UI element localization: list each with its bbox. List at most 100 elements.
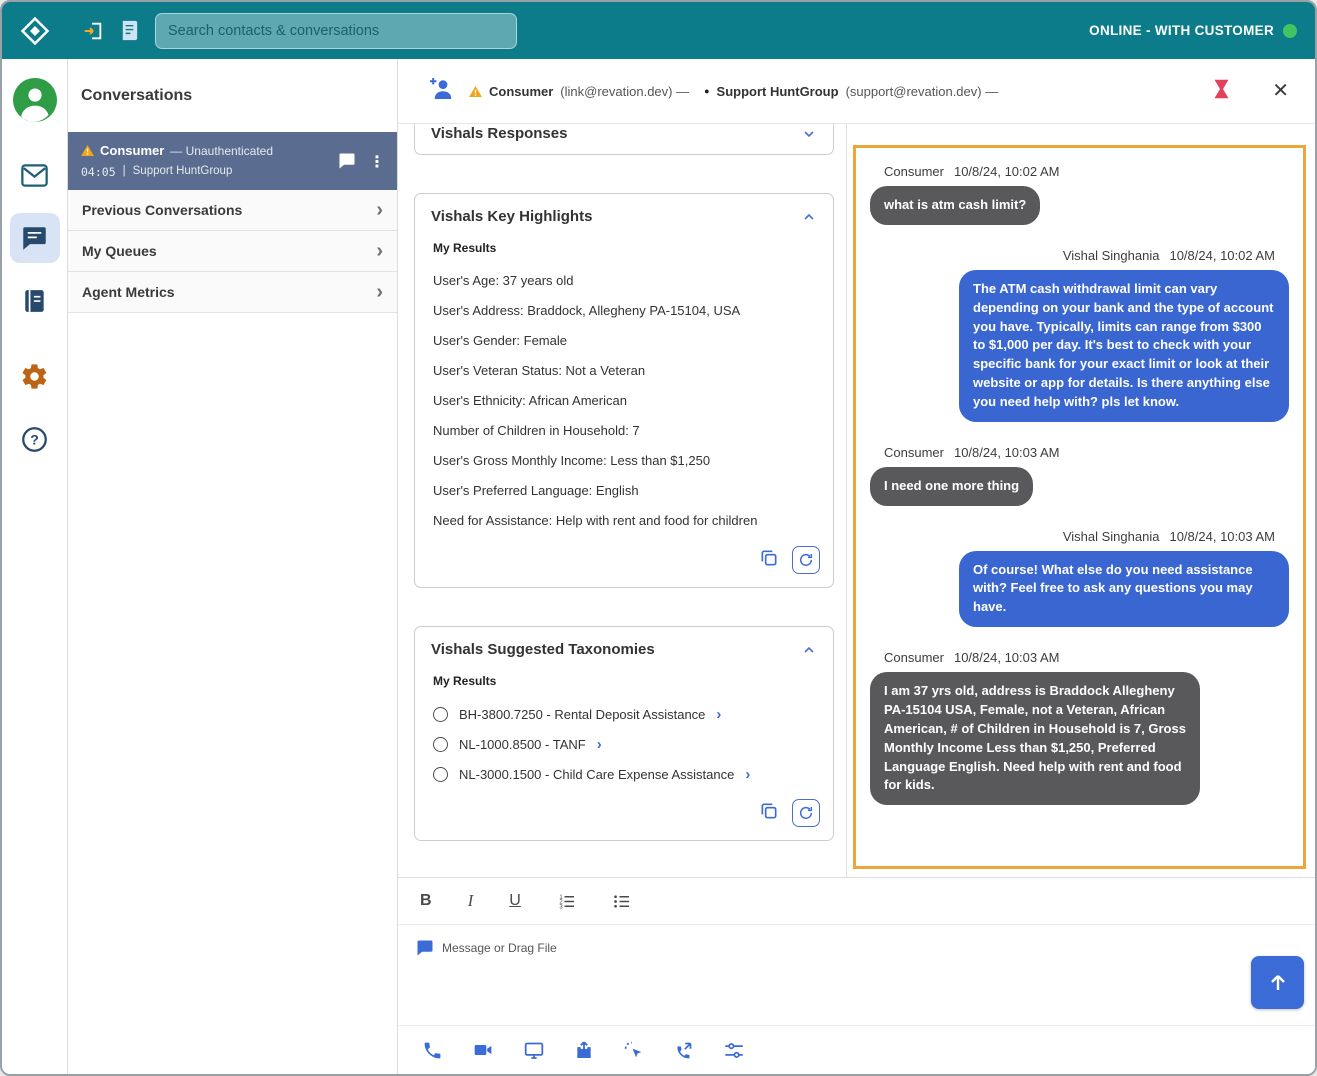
bullet-list-button[interactable] <box>612 892 631 911</box>
row-label: Agent Metrics <box>82 284 175 300</box>
italic-button[interactable]: I <box>468 891 474 911</box>
message-time: 10/8/24, 10:02 AM <box>1169 248 1275 263</box>
avatar-icon <box>13 78 57 122</box>
results-subtitle: My Results <box>433 241 817 255</box>
chat-message: Vishal Singhania 10/8/24, 10:02 AM The A… <box>870 248 1289 422</box>
bold-button[interactable]: B <box>420 892 432 910</box>
main-area: Consumer (link@revation.dev) — ● Support… <box>398 59 1315 1074</box>
participants-list: Consumer (link@revation.dev) — ● Support… <box>469 84 998 99</box>
copy-icon[interactable] <box>759 801 779 826</box>
row-label: My Queues <box>82 243 157 259</box>
key-highlights-header[interactable]: Vishals Key Highlights <box>415 194 833 237</box>
chevron-down-icon[interactable] <box>801 126 817 142</box>
responses-card-header[interactable]: Vishals Responses <box>415 124 833 154</box>
sidebar-item-my-queues[interactable]: My Queues › <box>68 231 397 272</box>
highlight-item: User's Gender: Female <box>433 326 817 356</box>
chevron-up-icon[interactable] <box>801 642 817 658</box>
hourglass-icon[interactable] <box>1213 79 1230 104</box>
sidebar-item-inbox[interactable] <box>10 150 60 200</box>
message-time: 10/8/24, 10:03 AM <box>1169 529 1275 544</box>
chevron-up-icon[interactable] <box>801 209 817 225</box>
message-time: 10/8/24, 10:03 AM <box>954 445 1060 460</box>
nav-rail: ? <box>2 59 68 1074</box>
card-title: Vishals Responses <box>431 125 567 142</box>
chevron-right-icon: › <box>376 282 383 302</box>
close-icon[interactable]: ✕ <box>1272 81 1289 101</box>
results-subtitle: My Results <box>433 674 817 688</box>
underline-button[interactable]: U <box>509 892 521 910</box>
taxonomy-option[interactable]: NL-1000.8500 - TANF › <box>433 729 817 759</box>
taxonomy-option[interactable]: BH-3800.7250 - Rental Deposit Assistance… <box>433 699 817 729</box>
conversations-title: Conversations <box>68 59 397 132</box>
highlight-item: User's Veteran Status: Not a Veteran <box>433 356 817 386</box>
content-area: Vishals Responses Vishals Key Highlights <box>398 124 1315 877</box>
sidebar-item-help[interactable]: ? <box>10 414 60 464</box>
key-highlights-card: Vishals Key Highlights My Results User's… <box>414 193 834 588</box>
top-bar: ONLINE - WITH CUSTOMER <box>2 2 1315 59</box>
warning-icon <box>81 145 94 156</box>
app-body: ? Conversations Consumer — Unauthentica <box>2 59 1315 1074</box>
chat-message: Consumer 10/8/24, 10:02 AM what is atm c… <box>870 164 1289 225</box>
arrow-up-icon <box>1266 971 1290 995</box>
chat-message: Vishal Singhania 10/8/24, 10:03 AM Of co… <box>870 529 1289 628</box>
video-call-button[interactable] <box>472 1040 494 1060</box>
sidebar-item-contacts[interactable] <box>10 276 60 326</box>
highlight-item: User's Address: Braddock, Allegheny PA-1… <box>433 296 817 326</box>
copy-icon[interactable] <box>759 548 779 573</box>
svg-text:?: ? <box>30 431 39 447</box>
phone-call-button[interactable] <box>422 1040 443 1061</box>
status-badge[interactable]: ONLINE - WITH CUSTOMER <box>1089 23 1297 38</box>
highlight-item: User's Age: 37 years old <box>433 266 817 296</box>
radio-button[interactable] <box>433 737 448 752</box>
envelope-icon <box>21 163 48 188</box>
sidebar-item-previous-conversations[interactable]: Previous Conversations › <box>68 190 397 231</box>
chevron-right-icon[interactable]: › <box>716 707 721 722</box>
taxonomies-header[interactable]: Vishals Suggested Taxonomies <box>415 627 833 670</box>
kebab-menu-icon[interactable]: ⋮ <box>369 155 385 171</box>
sidebar-item-agent-metrics[interactable]: Agent Metrics › <box>68 272 397 313</box>
screen-share-button[interactable] <box>523 1040 545 1061</box>
taxonomy-option[interactable]: NL-3000.1500 - Child Care Expense Assist… <box>433 759 817 789</box>
cards-scroll-area[interactable]: Vishals Responses Vishals Key Highlights <box>398 124 847 877</box>
message-sender: Consumer <box>884 650 944 665</box>
call-transfer-button[interactable] <box>673 1040 694 1061</box>
profile-avatar[interactable] <box>10 75 60 125</box>
taxonomy-label: NL-1000.8500 - TANF <box>459 737 586 752</box>
radio-button[interactable] <box>433 707 448 722</box>
message-input-area[interactable]: Message or Drag File <box>398 925 1315 1026</box>
search-input[interactable] <box>168 23 504 39</box>
sign-in-icon[interactable] <box>81 20 105 42</box>
journal-icon <box>22 288 48 314</box>
taxonomy-label: NL-3000.1500 - Child Care Expense Assist… <box>459 767 734 782</box>
conversation-chat-icon[interactable] <box>338 152 356 175</box>
warning-icon <box>469 86 482 97</box>
add-participant-button[interactable] <box>428 77 455 105</box>
row-label: Previous Conversations <box>82 202 242 218</box>
message-time: 10/8/24, 10:03 AM <box>954 650 1060 665</box>
refresh-button[interactable] <box>792 799 820 827</box>
highlight-item: Number of Children in Household: 7 <box>433 416 817 446</box>
sidebar-item-settings[interactable] <box>10 351 60 401</box>
transcript-scroll-area[interactable]: Consumer 10/8/24, 10:02 AM what is atm c… <box>853 145 1306 869</box>
app-logo <box>2 2 68 59</box>
participant-consumer-detail: (link@revation.dev) — <box>560 84 689 99</box>
directory-book-icon[interactable] <box>118 19 141 42</box>
conversation-item-selected[interactable]: Consumer — Unauthenticated 04:05 | Suppo… <box>68 132 397 190</box>
message-sender: Consumer <box>884 445 944 460</box>
conversation-queue: Support HuntGroup <box>133 165 233 179</box>
file-share-button[interactable] <box>574 1040 594 1061</box>
settings-sliders-button[interactable] <box>723 1040 745 1061</box>
conversation-timer: 04:05 <box>81 165 116 179</box>
radio-button[interactable] <box>433 767 448 782</box>
taxonomies-card: Vishals Suggested Taxonomies My Results … <box>414 626 834 841</box>
cobrowse-button[interactable] <box>623 1040 644 1061</box>
chevron-right-icon[interactable]: › <box>597 737 602 752</box>
chevron-right-icon[interactable]: › <box>745 767 750 782</box>
refresh-button[interactable] <box>792 546 820 574</box>
chevron-right-icon: › <box>376 241 383 261</box>
sidebar-item-conversations[interactable] <box>10 213 60 263</box>
send-button[interactable] <box>1251 956 1304 1009</box>
ordered-list-button[interactable]: 1 2 3 <box>557 892 576 911</box>
highlight-item: User's Preferred Language: English <box>433 476 817 506</box>
format-toolbar: B I U 1 2 3 <box>398 878 1315 925</box>
